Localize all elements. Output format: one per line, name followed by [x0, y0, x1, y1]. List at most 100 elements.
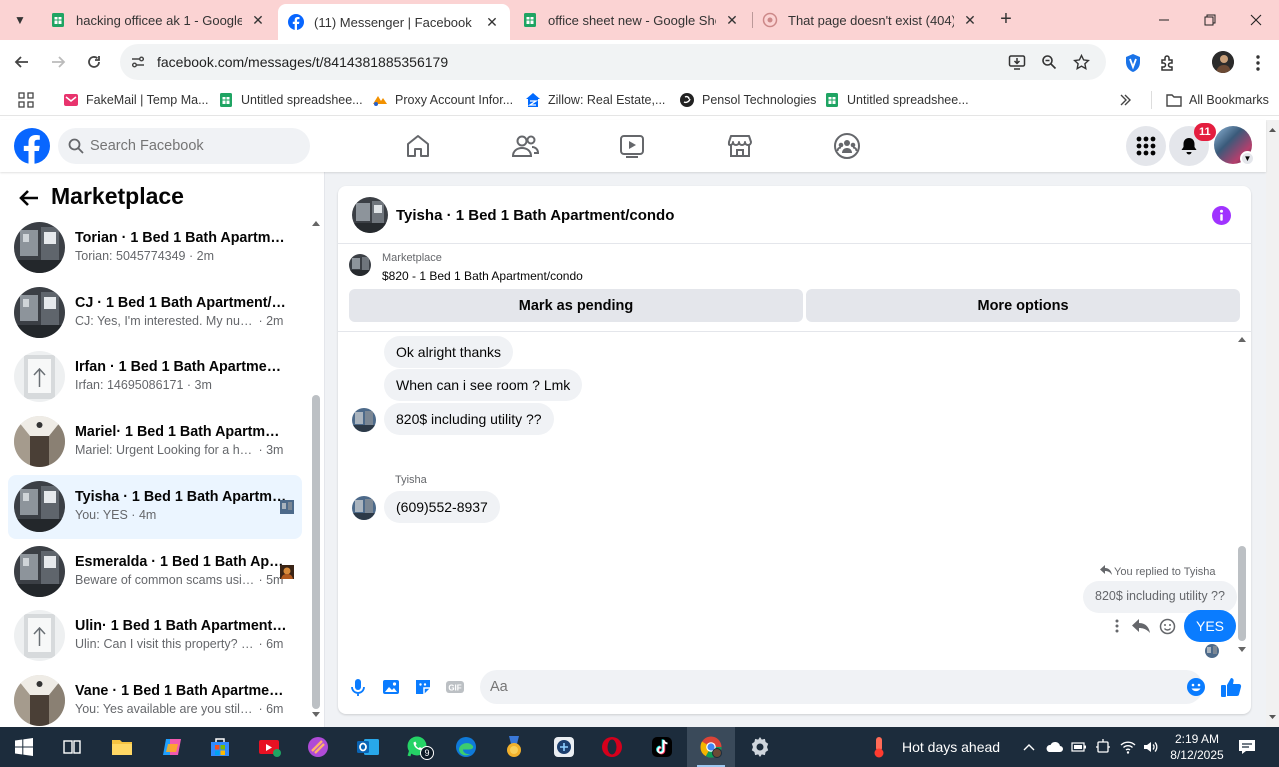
- conversation-item[interactable]: Vane · 1 Bed 1 Bath Apartment/condo You: …: [8, 669, 302, 727]
- photo-icon[interactable]: [381, 677, 401, 697]
- more-bookmarks-chevron-icon[interactable]: [1118, 91, 1132, 109]
- conversation-item[interactable]: Irfan · 1 Bed 1 Bath Apartment/condo Irfa…: [8, 345, 302, 409]
- incoming-message[interactable]: Ok alright thanks: [384, 336, 514, 368]
- address-bar[interactable]: facebook.com/messages/t/8414381885356179: [120, 44, 1106, 80]
- close-tab-icon[interactable]: ✕: [484, 14, 500, 31]
- friends-icon[interactable]: [511, 132, 539, 160]
- chat-title[interactable]: Tyisha · 1 Bed 1 Bath Apartment/condo: [396, 207, 674, 224]
- react-smiley-icon[interactable]: [1158, 617, 1176, 635]
- sender-avatar[interactable]: [352, 408, 376, 432]
- scroll-down-arrow-icon[interactable]: [1266, 707, 1279, 727]
- task-view-icon[interactable]: [48, 727, 96, 767]
- incoming-message[interactable]: (609)552-8937: [384, 491, 500, 523]
- bookmark-untitled-spreadsheet-2[interactable]: Untitled spreadshee...: [824, 91, 969, 109]
- search-input[interactable]: [90, 136, 290, 156]
- message-scrollbar[interactable]: [1237, 332, 1247, 662]
- incoming-message[interactable]: When can i see room ? Lmk: [384, 369, 583, 401]
- profile-avatar-icon[interactable]: [1212, 51, 1234, 73]
- scroll-up-arrow-icon[interactable]: [1266, 120, 1279, 140]
- microsoft-store-icon[interactable]: [196, 727, 244, 767]
- message-more-options-icon[interactable]: [1108, 617, 1126, 635]
- file-explorer-icon[interactable]: [98, 727, 146, 767]
- tiktok-icon[interactable]: [638, 727, 686, 767]
- restore-window-icon[interactable]: [1187, 0, 1233, 40]
- bookmark-proxy-account[interactable]: Proxy Account Infor...: [372, 91, 513, 109]
- settings-gear-icon[interactable]: [736, 727, 784, 767]
- conversation-item[interactable]: Esmeralda · 1 Bed 1 Bath Apartment/condo…: [8, 540, 302, 604]
- battery-icon[interactable]: [1071, 727, 1087, 767]
- weather-widget[interactable]: Hot days ahead: [870, 727, 1000, 767]
- browser-menu-icon[interactable]: [1248, 53, 1268, 73]
- new-tab-plus-icon[interactable]: +: [994, 8, 1018, 32]
- conversation-item[interactable]: Mariel· 1 Bed 1 Bath Apartment/condo Mari…: [8, 410, 302, 474]
- copilot-icon[interactable]: [148, 727, 196, 767]
- minimize-window-icon[interactable]: [1141, 0, 1187, 40]
- account-avatar[interactable]: ▼: [1214, 126, 1255, 166]
- listing-thumbnail[interactable]: [349, 254, 371, 276]
- account-chevron-down-icon[interactable]: ▼: [1240, 151, 1255, 166]
- install-app-icon[interactable]: [1008, 53, 1026, 71]
- page-scrollbar[interactable]: [1266, 120, 1279, 727]
- conversation-item[interactable]: Torian · 1 Bed 1 Bath Apartment/condo Tor…: [8, 216, 302, 280]
- wifi-icon[interactable]: [1120, 727, 1136, 767]
- facebook-search-box[interactable]: [58, 128, 310, 164]
- conversation-item[interactable]: CJ · 1 Bed 1 Bath Apartment/condo CJ: Yes…: [8, 281, 302, 345]
- marketplace-icon[interactable]: [726, 132, 754, 160]
- extensions-puzzle-icon[interactable]: [1158, 53, 1178, 73]
- opera-icon[interactable]: [588, 727, 636, 767]
- gif-icon[interactable]: GIF: [445, 677, 465, 697]
- apps-grid-icon[interactable]: [18, 91, 34, 109]
- bookmark-fakemail[interactable]: FakeMail | Temp Ma...: [63, 91, 209, 109]
- video-editor-icon[interactable]: [246, 727, 294, 767]
- video-icon[interactable]: [618, 132, 646, 160]
- chrome-icon[interactable]: [687, 727, 735, 767]
- tab-page-not-found[interactable]: That page doesn't exist (404) - Facebook…: [752, 4, 988, 36]
- notification-center-icon[interactable]: [1238, 727, 1256, 767]
- groups-icon[interactable]: [833, 132, 861, 160]
- bookmark-pensol[interactable]: Pensol Technologies: [679, 91, 816, 109]
- zoom-icon[interactable]: [1040, 53, 1058, 71]
- incoming-message[interactable]: 820$ including utility ??: [384, 403, 554, 435]
- info-icon[interactable]: [1212, 206, 1231, 225]
- microphone-icon[interactable]: [348, 677, 368, 697]
- more-options-button[interactable]: More options: [806, 289, 1240, 322]
- bookmark-star-icon[interactable]: [1072, 53, 1090, 71]
- close-window-icon[interactable]: [1233, 0, 1279, 40]
- conversation-item[interactable]: Ulin· 1 Bed 1 Bath Apartment/condo Ulin: …: [8, 604, 302, 668]
- quoted-message[interactable]: 820$ including utility ??: [1083, 581, 1237, 613]
- facebook-logo-icon[interactable]: [14, 128, 50, 164]
- back-arrow-icon[interactable]: [10, 50, 34, 74]
- tab-office-sheet-new[interactable]: office sheet new - Google Sheets ✕: [512, 4, 750, 36]
- site-settings-icon[interactable]: [130, 54, 146, 70]
- conversation-item[interactable]: Tyisha · 1 Bed 1 Bath Apartment/condo You…: [8, 474, 302, 539]
- emoji-icon[interactable]: [1186, 677, 1206, 697]
- chat-avatar[interactable]: [352, 197, 388, 233]
- forward-arrow-icon[interactable]: [46, 50, 70, 74]
- medal-app-icon[interactable]: [490, 727, 538, 767]
- onedrive-cloud-icon[interactable]: [1045, 727, 1063, 767]
- sender-avatar[interactable]: [352, 496, 376, 520]
- close-tab-icon[interactable]: ✕: [962, 12, 978, 29]
- sidebar-scrollbar[interactable]: [311, 212, 321, 722]
- back-arrow-icon[interactable]: [18, 187, 40, 209]
- message-input[interactable]: [490, 677, 1090, 697]
- reply-icon[interactable]: [1132, 617, 1150, 635]
- edge-icon[interactable]: [442, 727, 490, 767]
- bookmark-zillow[interactable]: Zillow: Real Estate,...: [525, 91, 665, 109]
- outlook-icon[interactable]: [344, 727, 392, 767]
- vpn-icon[interactable]: [1096, 727, 1110, 767]
- start-windows-icon[interactable]: [0, 727, 48, 767]
- screen-tool-icon[interactable]: [540, 727, 588, 767]
- shield-extension-icon[interactable]: [1123, 53, 1143, 73]
- close-tab-icon[interactable]: ✕: [250, 12, 266, 29]
- outgoing-message[interactable]: YES: [1184, 610, 1237, 642]
- all-bookmarks-button[interactable]: All Bookmarks: [1151, 91, 1269, 109]
- menu-grid-button[interactable]: [1126, 126, 1166, 166]
- show-hidden-icons-chevron-icon[interactable]: [1022, 727, 1036, 767]
- clipchamp-icon[interactable]: [294, 727, 342, 767]
- listing-price-title[interactable]: $820 - 1 Bed 1 Bath Apartment/condo: [382, 269, 583, 283]
- message-input-box[interactable]: [480, 670, 1203, 704]
- tab-messenger-facebook[interactable]: (11) Messenger | Facebook ✕: [278, 4, 510, 40]
- volume-icon[interactable]: [1143, 727, 1159, 767]
- bookmark-untitled-spreadsheet-1[interactable]: Untitled spreadshee...: [218, 91, 363, 109]
